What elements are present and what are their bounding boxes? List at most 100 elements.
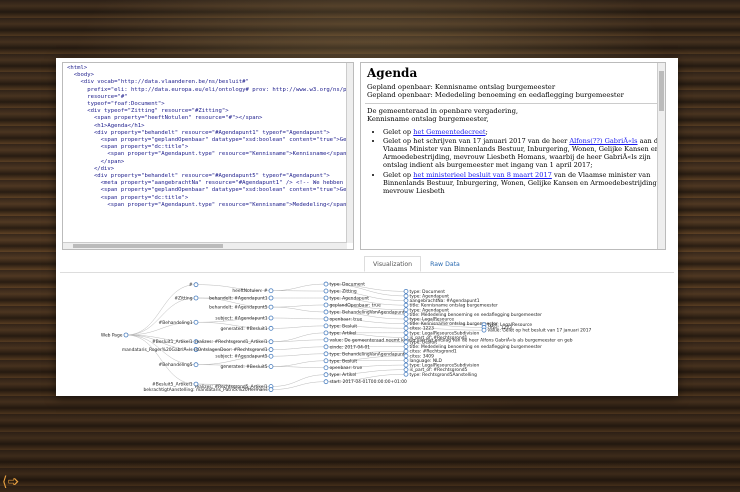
- demo-card: <html> <body> <div vocab="http://data.vl…: [56, 58, 678, 396]
- graph-node[interactable]: [403, 307, 409, 313]
- graph-node[interactable]: [268, 364, 274, 369]
- graph-node[interactable]: [403, 325, 409, 331]
- graph-node[interactable]: [403, 362, 409, 368]
- list-text: Gelet op het schrijven van 17 januari 20…: [383, 136, 570, 145]
- graph-node[interactable]: [323, 302, 329, 308]
- list-text: Gelet op: [383, 170, 414, 179]
- list-item: Gelet op het schrijven van 17 januari 20…: [383, 137, 665, 170]
- tab-raw-data[interactable]: Raw Data: [421, 256, 469, 272]
- graph-node-label: bekrachtigtAanstelling: mandataris_Patri…: [144, 387, 269, 393]
- graph-node[interactable]: [323, 330, 329, 336]
- graph-node-label: type: Besluit: [330, 358, 358, 364]
- graph-node[interactable]: [403, 316, 409, 322]
- graph-node[interactable]: [403, 335, 409, 340]
- graph-node[interactable]: [193, 362, 199, 368]
- graph-node-label: type: Rechtsgrond5Aanstelling: [410, 372, 478, 378]
- graph-node-label: #Zitting: [174, 296, 192, 302]
- graph-node[interactable]: [323, 344, 329, 350]
- list-text: ;: [485, 127, 488, 136]
- list-item: Gelet op het ministerieel besluit van 8 …: [383, 171, 665, 196]
- graph-node[interactable]: [268, 315, 274, 321]
- graph-node-label: behandelt: #Agendapunt5: [209, 305, 268, 311]
- graph-node[interactable]: [268, 387, 274, 392]
- graph-node[interactable]: [193, 319, 199, 325]
- graph-node-label: generated: #Besluit5: [221, 364, 268, 370]
- graph-node[interactable]: [323, 295, 329, 301]
- rdf-graph-visualization[interactable]: Web Page # #Zitting #Behandeling1 #Besluit1_…: [56, 274, 678, 394]
- graph-link: [270, 325, 327, 329]
- graph-node[interactable]: [323, 365, 329, 371]
- graph-node[interactable]: [268, 304, 274, 310]
- graph-node-label: #: [189, 282, 193, 288]
- graph-link: [125, 284, 197, 336]
- doc-vertical-scrollbar[interactable]: [657, 63, 665, 249]
- doc-scroll-thumb[interactable]: [659, 71, 664, 111]
- next-arrow-icon[interactable]: ➩: [7, 474, 19, 490]
- graph-node[interactable]: [403, 311, 409, 317]
- graph-link: [270, 339, 327, 342]
- graph-node-label: isOntslagenDoor: #Rechtsgrond1: [194, 347, 267, 353]
- graph-node[interactable]: [403, 348, 409, 354]
- person-link[interactable]: Alfons(??) GabriÃ«ls: [569, 137, 637, 145]
- html-source-editor[interactable]: <html> <body> <div vocab="http://data.vl…: [62, 62, 354, 250]
- graph-node[interactable]: [403, 358, 409, 363]
- graph-node-label: type: Agendapunt: [330, 296, 370, 302]
- graph-link: [270, 317, 327, 320]
- graph-node[interactable]: [481, 327, 487, 333]
- code-scroll-thumb[interactable]: [73, 244, 223, 248]
- graph-node[interactable]: [268, 288, 274, 294]
- code-vertical-scrollbar[interactable]: [346, 63, 353, 243]
- code-horizontal-scrollbar[interactable]: [63, 242, 347, 249]
- graph-node[interactable]: [403, 344, 409, 350]
- considerations-list: Gelet op het Gemeentedecreet; Gelet op h…: [383, 128, 665, 196]
- graph-link: [270, 283, 327, 291]
- tabs-divider: [60, 272, 674, 273]
- graph-node[interactable]: [323, 316, 329, 322]
- divider: [365, 102, 661, 104]
- ministerial-decree-link[interactable]: het ministerieel besluit van 8 maart 201…: [413, 171, 552, 179]
- graph-node[interactable]: [268, 295, 274, 301]
- graph-node[interactable]: [403, 288, 409, 294]
- graph-node[interactable]: [403, 321, 409, 326]
- graph-node[interactable]: [323, 288, 329, 294]
- graph-node[interactable]: [403, 293, 409, 299]
- graph-node[interactable]: [268, 325, 274, 331]
- graph-node[interactable]: [193, 282, 199, 288]
- graph-node[interactable]: [323, 372, 329, 378]
- graph-node[interactable]: [268, 339, 274, 345]
- graph-node[interactable]: [268, 347, 274, 352]
- graph-node[interactable]: [403, 371, 409, 377]
- gemeentedecreet-link[interactable]: het Gemeentedecreet: [413, 128, 485, 136]
- graph-node[interactable]: [123, 332, 129, 338]
- graph-link: [270, 381, 327, 390]
- graph-link: [270, 374, 327, 387]
- navigation-arrows[interactable]: ⟨➩: [2, 474, 19, 490]
- graph-node[interactable]: [268, 353, 274, 359]
- graph-node-label: type: Document: [330, 282, 366, 288]
- graph-node[interactable]: [403, 367, 409, 373]
- graph-node-label: subject: #Agendapunt5: [215, 354, 267, 360]
- graph-node[interactable]: [193, 295, 199, 301]
- code-text: <html> <body> <div vocab="http://data.vl…: [67, 65, 354, 208]
- graph-node[interactable]: [403, 330, 409, 336]
- graph-node[interactable]: [403, 339, 409, 345]
- graph-node-label: subject: #Agendapunt1: [215, 316, 267, 322]
- graph-node-label: type: Artikel: [330, 372, 357, 378]
- graph-node[interactable]: [323, 337, 329, 343]
- doc-line: Gepland openbaar: Kennisname ontslag bur…: [367, 83, 556, 91]
- graph-node-label: openbaar: true: [330, 316, 363, 322]
- graph-node[interactable]: [323, 281, 329, 287]
- graph-node[interactable]: [323, 379, 329, 385]
- tab-visualization[interactable]: Visualization: [364, 256, 422, 272]
- graph-link: [125, 297, 197, 336]
- doc-line: Gepland openbaar: Mededeling benoeming e…: [367, 91, 624, 100]
- graph-node[interactable]: [403, 353, 409, 359]
- graph-node[interactable]: [323, 351, 329, 357]
- graph-node[interactable]: [403, 298, 409, 303]
- graph-node[interactable]: [323, 309, 329, 315]
- doc-line: De gemeenteraad in openbare vergadering,: [367, 106, 519, 115]
- graph-link: [270, 304, 327, 308]
- graph-node[interactable]: [323, 358, 329, 364]
- graph-node[interactable]: [323, 323, 329, 329]
- graph-node[interactable]: [403, 302, 409, 308]
